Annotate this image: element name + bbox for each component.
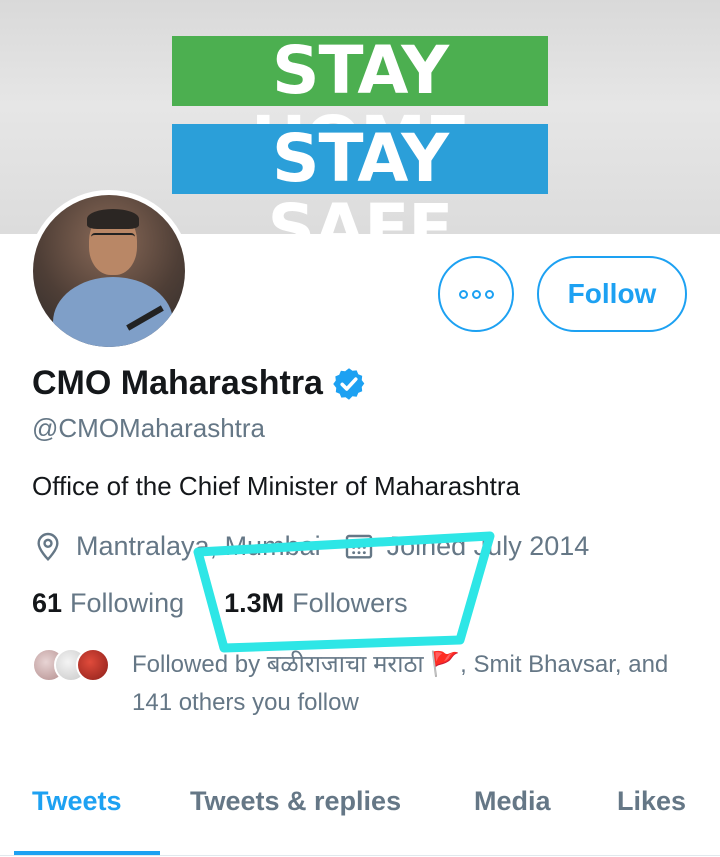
follow-button[interactable]: Follow [537, 256, 687, 332]
followed-by-text: Followed by बळीराजाचा मराठा 🚩, Smit Bhav… [132, 651, 669, 716]
avatar[interactable] [28, 190, 190, 352]
profile-meta: Mantralaya, Mumbai Joined July 2014 [32, 530, 589, 562]
tab-tweets[interactable]: Tweets [32, 786, 122, 817]
profile-joined: Joined July 2014 [386, 530, 590, 561]
location-pin-icon [37, 532, 59, 562]
tabs-divider [0, 855, 720, 856]
follower-avatar [76, 648, 110, 682]
profile-handle: @CMOMaharashtra [32, 413, 266, 443]
profile-name-row: CMO Maharashtra [32, 364, 367, 403]
more-dots-icon [458, 289, 468, 299]
followers-label[interactable]: Followers [292, 588, 408, 619]
tab-likes[interactable]: Likes [617, 786, 686, 817]
banner-line-stay-home: STAY HOME [172, 36, 548, 176]
banner-line-stay-safe: STAY SAFE [172, 124, 548, 264]
following-label[interactable]: Following [70, 588, 184, 619]
calendar-icon [345, 534, 372, 559]
tab-media[interactable]: Media [474, 786, 551, 817]
verified-badge-icon [333, 367, 365, 400]
tab-tweets-replies[interactable]: Tweets & replies [190, 786, 401, 817]
following-count[interactable]: 61 [32, 588, 62, 619]
profile-photo [33, 195, 185, 347]
profile-name: CMO Maharashtra [32, 364, 323, 402]
more-options-button[interactable] [438, 256, 514, 332]
profile-bio: Office of the Chief Minister of Maharash… [32, 471, 520, 501]
follower-avatars [32, 648, 112, 684]
profile-location: Mantralaya, Mumbai [76, 530, 321, 561]
followers-count[interactable]: 1.3M [224, 588, 284, 619]
profile-tabs: Tweets Tweets & replies Media Likes [0, 760, 720, 857]
profile-stats: 61 Following 1.3M Followers [32, 588, 408, 619]
